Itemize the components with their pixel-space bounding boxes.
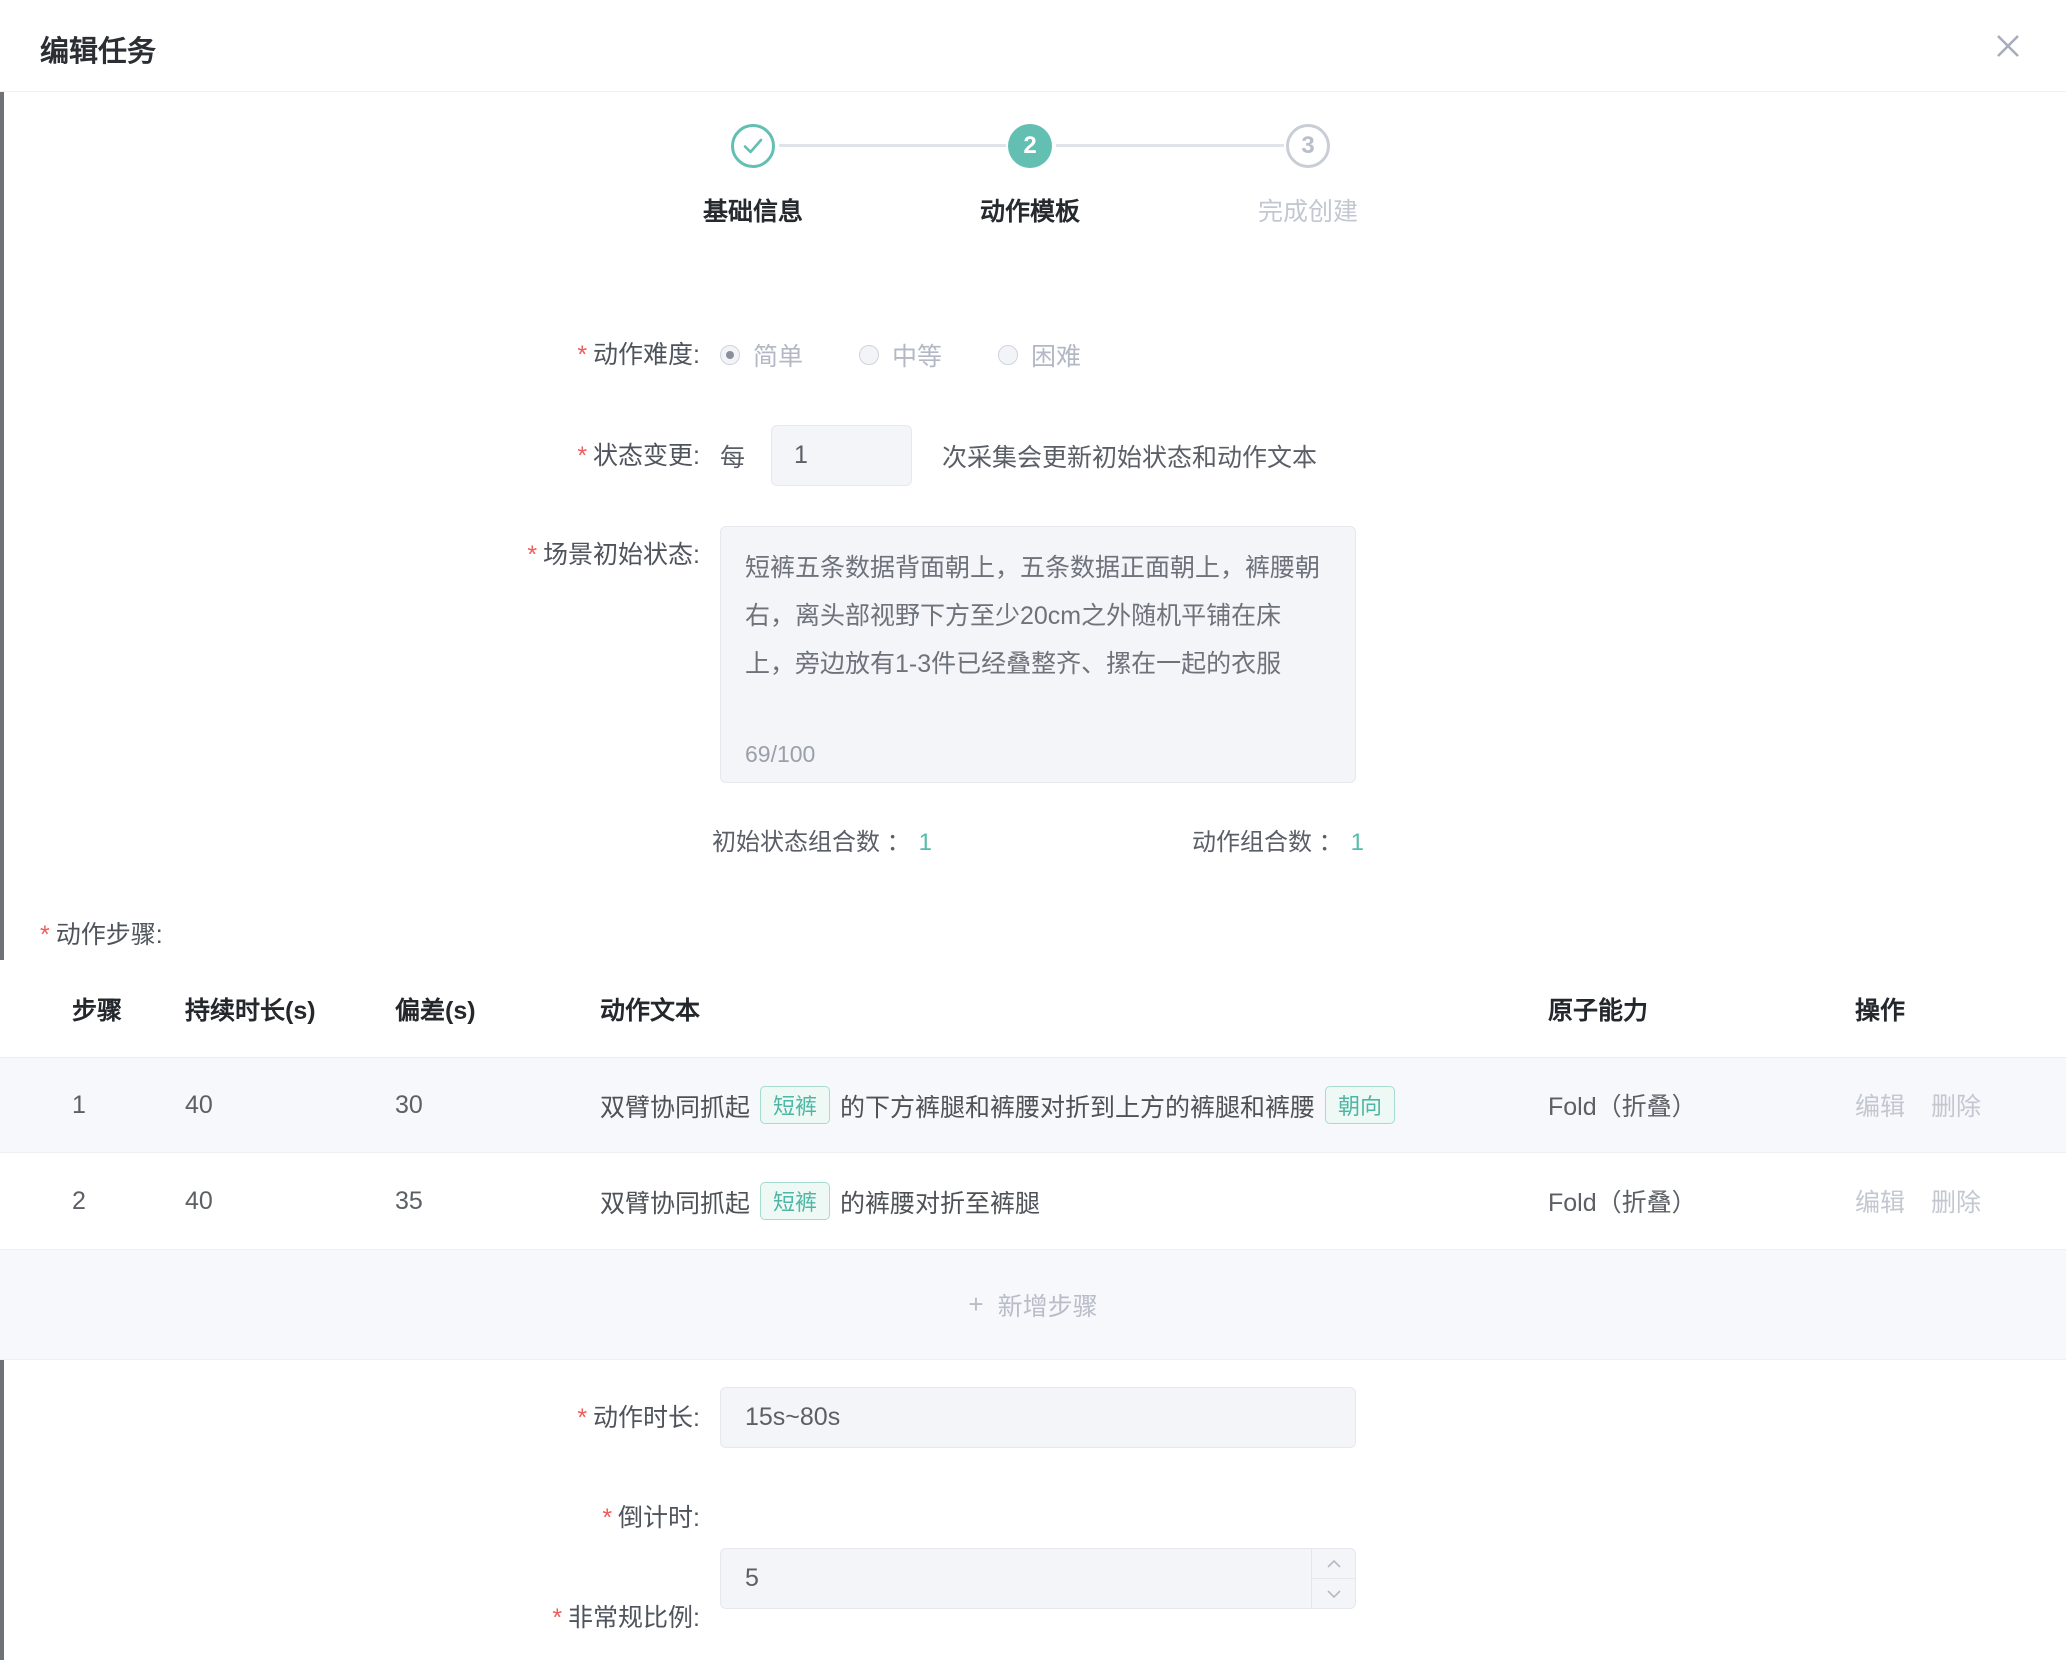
char-counter: 69/100 [745, 741, 815, 768]
initial-state-label: *场景初始状态: [0, 535, 700, 575]
close-icon [1993, 31, 2023, 61]
edit-link[interactable]: 编辑 [1855, 1093, 1905, 1121]
duration-input[interactable]: 15s~80s [720, 1387, 1356, 1448]
required-asterisk: * [552, 1604, 562, 1632]
required-asterisk: * [40, 921, 50, 949]
step-1-label: 基础信息 [623, 192, 883, 228]
decrease-button[interactable] [1312, 1579, 1355, 1608]
countdown-input[interactable]: 5 [720, 1548, 1356, 1609]
state-change-suffix: 次采集会更新初始状态和动作文本 [942, 438, 1317, 474]
radio-hard-circle [998, 345, 1018, 365]
step-1-circle [731, 124, 775, 168]
edit-task-dialog: 编辑任务 2 3 基础信息 动作模板 完成创建 *动作难度: 简单 中等 [0, 0, 2066, 1660]
number-stepper [1311, 1549, 1355, 1608]
dialog-header: 编辑任务 [0, 0, 2066, 92]
add-step-label: 新增步骤 [998, 1287, 1098, 1323]
state-change-input[interactable]: 1 [771, 425, 912, 486]
duration-label: *动作时长: [0, 1398, 700, 1438]
step-3-circle: 3 [1286, 124, 1330, 168]
action-combo-label: 动作组合数 ： [1192, 829, 1343, 856]
combos-row: 初始状态组合数 ： 1 动作组合数 ： 1 [712, 822, 1364, 857]
header-step: 步骤 [0, 991, 185, 1027]
dialog-title: 编辑任务 [40, 28, 156, 70]
header-action-text: 动作文本 [600, 991, 1548, 1027]
table-header-row: 步骤 持续时长(s) 偏差(s) 动作文本 原子能力 操作 [0, 960, 2066, 1058]
step-3-label: 完成创建 [1178, 192, 1438, 228]
state-change-value: 1 [794, 441, 808, 470]
difficulty-label: *动作难度: [0, 335, 700, 375]
duration-value: 15s~80s [745, 1403, 840, 1432]
object-tag: 短裤 [760, 1182, 830, 1220]
increase-button[interactable] [1312, 1549, 1355, 1579]
header-duration: 持续时长(s) [185, 991, 395, 1027]
initial-state-text: 短裤五条数据背面朝上，五条数据正面朝上，裤腰朝右，离头部视野下方至少20cm之外… [745, 544, 1331, 688]
orientation-tag: 朝向 [1325, 1086, 1395, 1124]
edit-link[interactable]: 编辑 [1855, 1189, 1905, 1217]
required-asterisk: * [527, 541, 537, 569]
cell-duration: 40 [185, 1187, 395, 1216]
required-asterisk: * [577, 1404, 587, 1432]
initial-combo-value: 1 [919, 829, 932, 856]
radio-medium-circle [859, 345, 879, 365]
close-button[interactable] [1990, 28, 2026, 64]
action-combo: 动作组合数 ： 1 [1192, 822, 1364, 857]
cell-action-text: 双臂协同抓起短裤的裤腰对折至裤腿 [600, 1182, 1548, 1220]
header-atomic-ability: 原子能力 [1548, 991, 1855, 1027]
unusual-ratio-label: *非常规比例: [0, 1598, 700, 1638]
step-3-number: 3 [1301, 132, 1314, 160]
plus-icon: + [968, 1289, 983, 1320]
initial-state-textarea[interactable]: 短裤五条数据背面朝上，五条数据正面朝上，裤腰朝右，离头部视野下方至少20cm之外… [720, 526, 1356, 783]
difficulty-radio-group: 简单 中等 困难 [720, 335, 1081, 375]
radio-hard[interactable]: 困难 [998, 337, 1081, 373]
required-asterisk: * [577, 442, 587, 470]
radio-medium-label: 中等 [892, 337, 942, 373]
object-tag: 短裤 [760, 1086, 830, 1124]
action-steps-label: *动作步骤: [40, 915, 163, 951]
required-asterisk: * [577, 341, 587, 369]
check-icon [742, 137, 764, 155]
chevron-up-icon [1327, 1560, 1341, 1568]
cell-operations: 编辑删除 [1855, 1087, 2066, 1123]
table-row: 2 40 35 双臂协同抓起短裤的裤腰对折至裤腿 Fold（折叠） 编辑删除 [0, 1153, 2066, 1250]
steps-table: 步骤 持续时长(s) 偏差(s) 动作文本 原子能力 操作 1 40 30 双臂… [0, 960, 2066, 1360]
cell-step: 2 [0, 1187, 185, 1216]
delete-link[interactable]: 删除 [1931, 1189, 1981, 1217]
state-change-row: 每 1 次采集会更新初始状态和动作文本 [720, 425, 1317, 486]
delete-link[interactable]: 删除 [1931, 1093, 1981, 1121]
stepper-connector-2 [1056, 144, 1284, 147]
step-2-label: 动作模板 [900, 192, 1160, 228]
initial-combo-label: 初始状态组合数 ： [712, 829, 911, 856]
cell-ability: Fold（折叠） [1548, 1087, 1855, 1123]
step-2-circle: 2 [1008, 124, 1052, 168]
add-step-button[interactable]: + 新增步骤 [0, 1250, 2066, 1360]
state-change-prefix: 每 [720, 438, 745, 474]
radio-hard-label: 困难 [1031, 337, 1081, 373]
cell-operations: 编辑删除 [1855, 1183, 2066, 1219]
radio-easy-label: 简单 [753, 337, 803, 373]
chevron-down-icon [1327, 1590, 1341, 1598]
cell-step: 1 [0, 1091, 185, 1120]
countdown-label: *倒计时: [0, 1498, 700, 1538]
step-2-number: 2 [1023, 132, 1036, 160]
state-change-label: *状态变更: [0, 436, 700, 476]
cell-deviation: 30 [395, 1091, 600, 1120]
table-row: 1 40 30 双臂协同抓起短裤的下方裤腿和裤腰对折到上方的裤腿和裤腰朝向 Fo… [0, 1058, 2066, 1153]
initial-combo: 初始状态组合数 ： 1 [712, 822, 932, 857]
radio-easy[interactable]: 简单 [720, 337, 803, 373]
countdown-value: 5 [745, 1564, 759, 1593]
cell-action-text: 双臂协同抓起短裤的下方裤腿和裤腰对折到上方的裤腿和裤腰朝向 [600, 1086, 1548, 1124]
radio-medium[interactable]: 中等 [859, 337, 942, 373]
header-deviation: 偏差(s) [395, 991, 600, 1027]
cell-deviation: 35 [395, 1187, 600, 1216]
cell-duration: 40 [185, 1091, 395, 1120]
action-combo-value: 1 [1351, 829, 1364, 856]
cell-ability: Fold（折叠） [1548, 1183, 1855, 1219]
radio-easy-circle [720, 345, 740, 365]
required-asterisk: * [602, 1504, 612, 1532]
stepper-connector-1 [779, 144, 1006, 147]
header-operations: 操作 [1855, 991, 2066, 1027]
